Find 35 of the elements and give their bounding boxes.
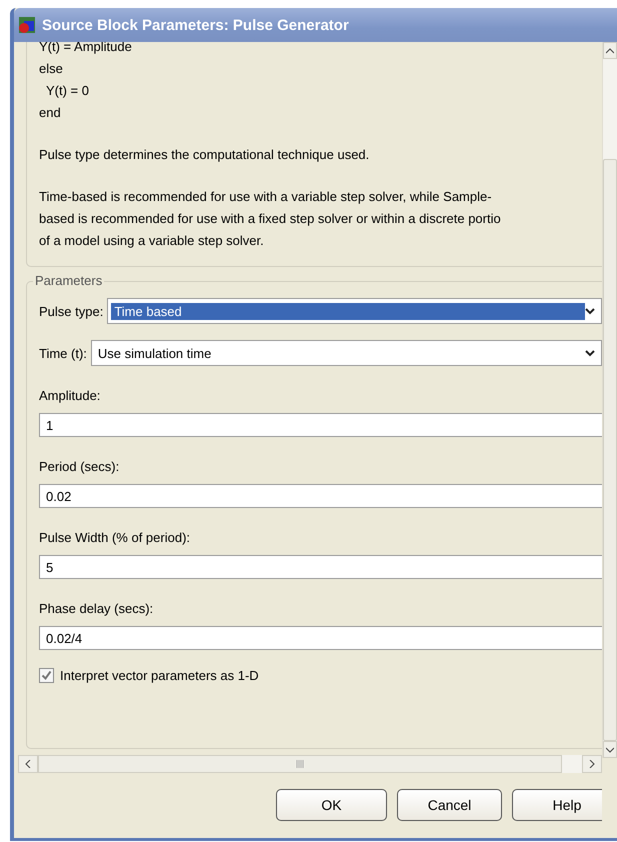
code-line: else [39,60,64,78]
input-field[interactable]: 0.02 [39,484,602,508]
dialog-button[interactable]: Cancel [397,789,502,821]
dialog-button[interactable]: Help [512,789,602,821]
window-title: Source Block Parameters: Pulse Generator [42,16,349,34]
field-label: Period (secs): [39,459,120,474]
dropdown[interactable]: Use simulation time [90,340,602,366]
input-field[interactable]: 5 [39,555,602,579]
dialog-button[interactable]: OK [276,789,387,821]
chevron-down-icon [585,308,595,314]
group-legend: Parameters [33,273,104,288]
checkbox-box[interactable] [39,668,54,683]
code-line: end [39,104,62,122]
vertical-scrollbar[interactable] [602,42,617,758]
input-field[interactable]: 1 [39,413,602,437]
scroll-left-button[interactable] [18,755,38,773]
field-label: Time (t): [39,346,87,360]
field-label: Amplitude: [39,388,102,403]
dropdown[interactable]: Time based [107,298,602,324]
field-label: Pulse Width (% of period): [39,530,192,545]
field-label: Pulse type: [39,304,104,318]
scroll-thumb[interactable] [603,159,617,741]
description-text: Time-based is recommended for use with a variable step solver, while Sample- based is recommended for use with a fixed step solver or within a discrete portio of a model using a variable step solver. [39,188,502,250]
checkbox[interactable]: Interpret vector parameters as 1-D [39,668,602,683]
code-line: Y(t) = 0 [44,82,90,100]
scroll-up-button[interactable] [603,42,617,59]
grip-icon [296,760,304,768]
check-icon [41,670,52,681]
chevron-down-icon [585,350,595,356]
block-app-icon [18,16,36,34]
field-label: Phase delay (secs): [39,601,154,616]
scroll-down-button[interactable] [603,741,617,758]
description-text: Pulse type determines the computational technique used. [39,146,370,164]
scroll-right-button[interactable] [582,755,602,773]
input-field[interactable]: 0.02/4 [39,626,602,650]
